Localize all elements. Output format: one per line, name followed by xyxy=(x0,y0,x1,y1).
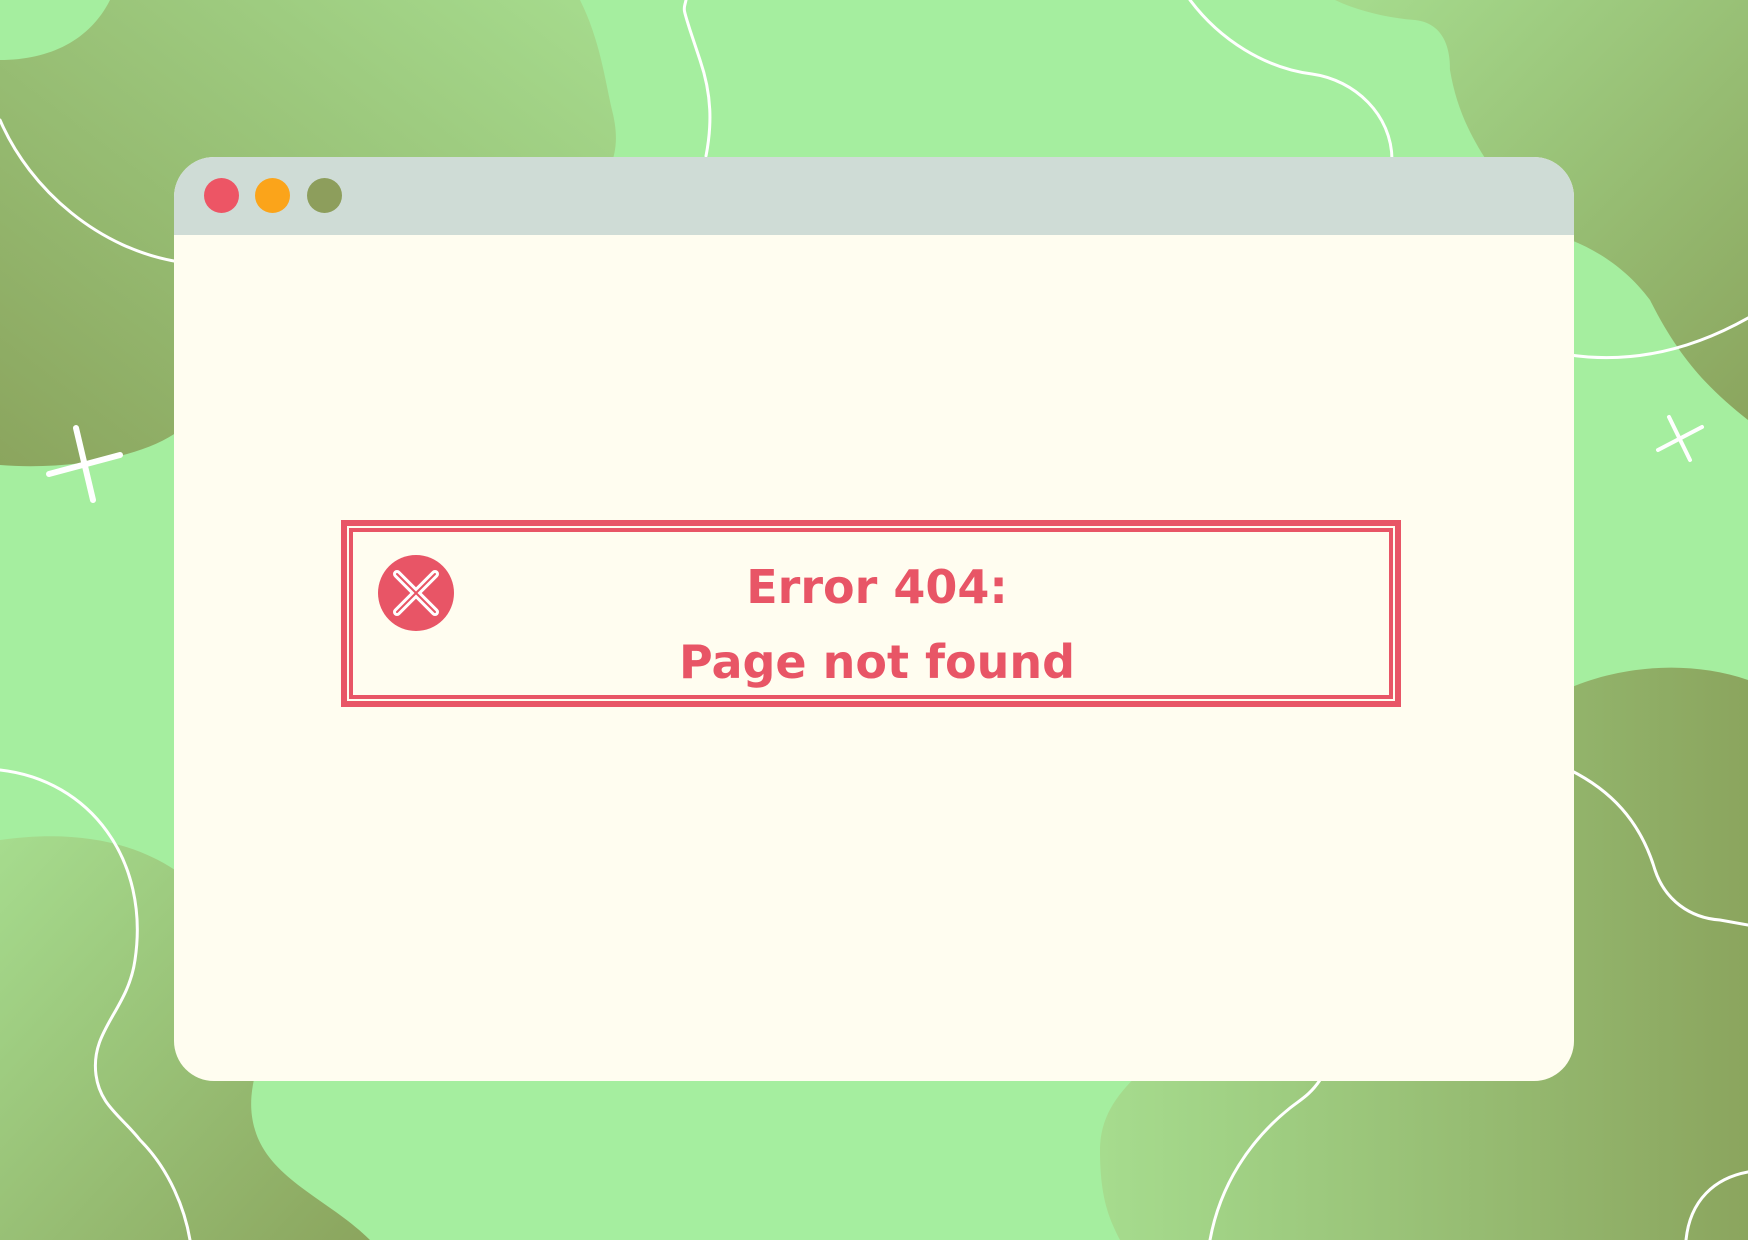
error-x-circle-icon xyxy=(378,555,454,631)
browser-window: Error 404: Page not found xyxy=(174,157,1574,1081)
close-window-button[interactable] xyxy=(204,178,239,213)
error-text: Error 404: Page not found xyxy=(597,550,1157,700)
sparkle-cross-icon xyxy=(1656,415,1704,462)
error-title: Error 404: xyxy=(746,560,1008,614)
minimize-window-button[interactable] xyxy=(255,178,290,213)
background-line-top-center xyxy=(682,0,712,158)
title-bar xyxy=(174,157,1574,235)
error-message: Page not found xyxy=(678,635,1076,689)
background-line-top-right xyxy=(1188,0,1394,162)
maximize-window-button[interactable] xyxy=(307,178,342,213)
error-message-box: Error 404: Page not found xyxy=(341,520,1401,707)
